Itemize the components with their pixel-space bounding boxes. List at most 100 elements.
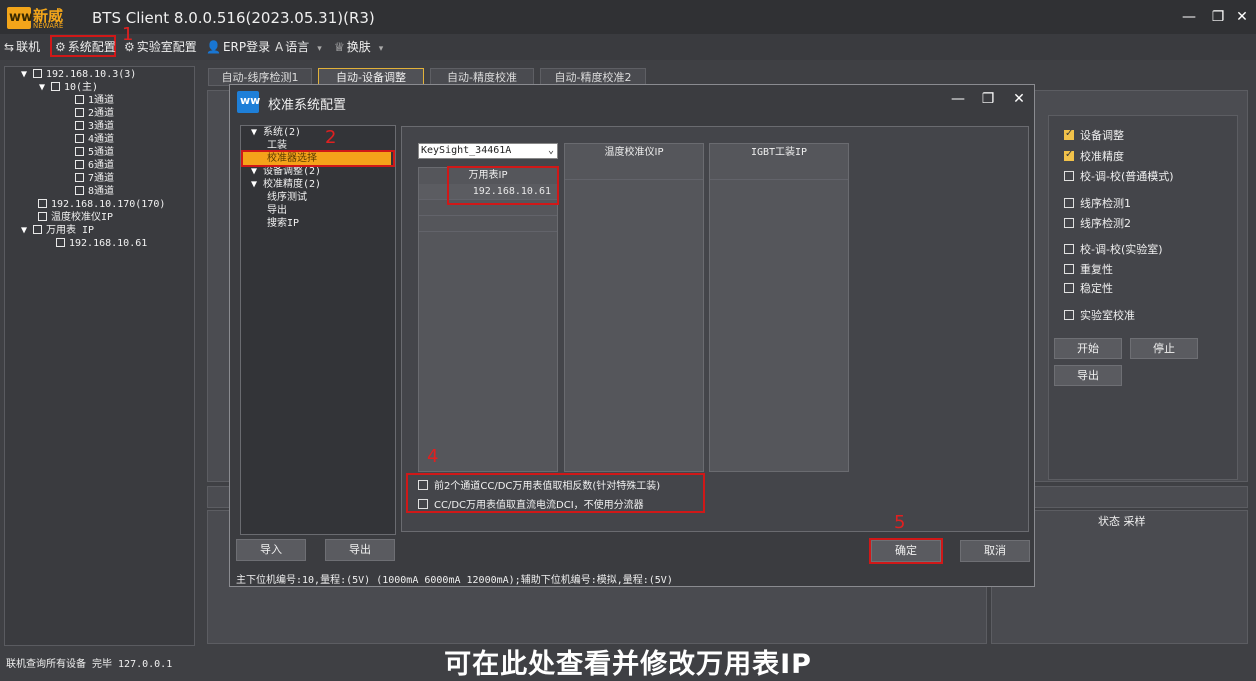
minimize-icon[interactable]: —: [947, 91, 969, 107]
tree-label: 3通道: [88, 121, 115, 132]
tree-node-unit[interactable]: ▼ 10(主): [39, 82, 98, 94]
checkbox[interactable]: [33, 225, 42, 234]
checkbox[interactable]: [1064, 264, 1074, 274]
config-tree-line-test[interactable]: 线序测试: [267, 192, 307, 203]
checkbox-checked[interactable]: [1064, 128, 1074, 140]
annotation-box-5: [869, 538, 943, 564]
config-tree-search-ip[interactable]: 搜索IP: [267, 218, 299, 229]
tree-channel[interactable]: 2通道: [75, 108, 114, 120]
stop-button[interactable]: 停止: [1130, 338, 1198, 359]
option-normal-mode[interactable]: 校-调-校(普通模式): [1064, 168, 1174, 184]
tree-channel[interactable]: 5通道: [75, 147, 114, 159]
checkbox[interactable]: [1064, 283, 1074, 293]
menu-erp-login-label: ERP登录: [222, 40, 271, 54]
config-tree-device-adjust[interactable]: ▼ 设备调整(2): [251, 166, 321, 177]
tree-node-other[interactable]: 192.168.10.170(170): [38, 199, 165, 211]
annotation-number-2: 2: [325, 127, 337, 148]
option-calib-accuracy[interactable]: 校准精度: [1064, 148, 1124, 164]
checkbox[interactable]: [1064, 171, 1074, 181]
menu-system-config[interactable]: ⚙ 系统配置: [55, 38, 116, 55]
checkbox[interactable]: [1064, 198, 1074, 208]
chevron-down-icon: ▾: [317, 44, 322, 54]
checkbox[interactable]: [75, 108, 84, 117]
checkbox[interactable]: [75, 134, 84, 143]
checkbox[interactable]: [1064, 244, 1074, 254]
option-stability[interactable]: 稳定性: [1064, 280, 1113, 296]
dialog-status-line: 主下位机编号:10,量程:(5V) (1000mA 6000mA 12000mA…: [236, 575, 673, 586]
checkbox[interactable]: [1064, 218, 1074, 228]
config-tree-calib-accuracy[interactable]: ▼ 校准精度(2): [251, 179, 321, 190]
checkbox-checked[interactable]: [1064, 149, 1074, 161]
chevron-down-icon: ▼: [251, 166, 258, 177]
option-line-check1[interactable]: 线序检测1: [1064, 195, 1131, 211]
select-value: KeySight_34461A: [421, 145, 512, 156]
chevron-down-icon: ▼: [251, 179, 258, 190]
restore-icon[interactable]: ❐: [977, 91, 999, 107]
option-lab-calib[interactable]: 实验室校准: [1064, 307, 1135, 323]
tree-label: 192.168.10.170(170): [51, 199, 166, 210]
import-button[interactable]: 导入: [236, 539, 306, 561]
option-line-check2[interactable]: 线序检测2: [1064, 215, 1131, 231]
start-button[interactable]: 开始: [1054, 338, 1122, 359]
menu-lab-config[interactable]: ⚙ 实验室配置: [124, 38, 197, 55]
option-label: 稳定性: [1080, 282, 1113, 295]
tree-node-root[interactable]: ▼ 192.168.10.3(3): [21, 69, 136, 81]
chevron-down-icon: ▼: [251, 127, 258, 138]
menu-skin-label: 换肤: [346, 40, 371, 54]
checkbox[interactable]: [56, 238, 65, 247]
tree-channel[interactable]: 3通道: [75, 121, 114, 133]
tree-label: 192.168.10.3(3): [46, 69, 137, 80]
checkbox[interactable]: [1064, 310, 1074, 320]
restore-icon[interactable]: ❐: [1206, 6, 1230, 28]
option-repeatability[interactable]: 重复性: [1064, 261, 1113, 277]
chevron-down-icon: ▾: [378, 44, 384, 54]
tree-channel[interactable]: 8通道: [75, 186, 114, 198]
checkbox[interactable]: [38, 212, 47, 221]
cancel-button[interactable]: 取消: [960, 540, 1030, 562]
tree-channel[interactable]: 6通道: [75, 160, 114, 172]
table-row[interactable]: [710, 162, 848, 180]
option-lab-mode[interactable]: 校-调-校(实验室): [1064, 241, 1163, 257]
checkbox[interactable]: [75, 173, 84, 182]
menu-system-config-label: 系统配置: [67, 40, 116, 54]
tree-node-multimeter-child[interactable]: 192.168.10.61: [56, 238, 147, 250]
app-icon: ww: [237, 91, 260, 113]
menu-skin[interactable]: ♕ 换肤 ▾: [334, 38, 383, 55]
tree-channel[interactable]: 1通道: [75, 95, 114, 107]
tree-node-temp-ip[interactable]: 温度校准仪IP: [38, 212, 113, 224]
config-tree-export[interactable]: 导出: [267, 205, 287, 216]
chevron-down-icon: ⌄: [547, 145, 554, 156]
checkbox[interactable]: [75, 186, 84, 195]
checkbox[interactable]: [75, 147, 84, 156]
table-row[interactable]: [565, 162, 703, 180]
checkbox[interactable]: [38, 199, 47, 208]
minimize-icon[interactable]: —: [1177, 6, 1201, 28]
export-button[interactable]: 导出: [1054, 365, 1122, 386]
option-device-adjust[interactable]: 设备调整: [1064, 127, 1124, 143]
menu-connect[interactable]: ⇆ 联机: [4, 38, 40, 55]
config-tree: ▼ 系统(2) 工装 校准器选择 ▼ 设备调整(2) ▼ 校准精度(2) 线序测试 导…: [240, 125, 396, 535]
menu-language[interactable]: A 语言 ▾: [275, 38, 322, 55]
tree-label: 系统(2): [263, 127, 302, 138]
close-icon[interactable]: ✕: [1008, 91, 1030, 107]
temp-calibrator-ip-header: 温度校准仪IP: [604, 147, 664, 158]
option-label: 线序检测1: [1080, 197, 1131, 210]
tree-channel[interactable]: 7通道: [75, 173, 114, 185]
close-icon[interactable]: ✕: [1230, 6, 1254, 28]
checkbox[interactable]: [75, 160, 84, 169]
neware-logo: ww 新威 NEWARE: [7, 5, 79, 31]
tree-node-multimeter-ip[interactable]: ▼ 万用表 IP: [21, 225, 94, 237]
export-button[interactable]: 导出: [325, 539, 395, 561]
menu-erp-login[interactable]: 👤 ERP登录: [206, 38, 270, 55]
table-row[interactable]: [419, 216, 557, 232]
option-label: 校准精度: [1080, 150, 1124, 163]
multimeter-model-select[interactable]: KeySight_34461A ⌄: [418, 143, 558, 159]
checkbox[interactable]: [75, 121, 84, 130]
tree-channel[interactable]: 4通道: [75, 134, 114, 146]
checkbox[interactable]: [33, 69, 42, 78]
chevron-down-icon: ▼: [21, 69, 28, 80]
tree-label: 4通道: [88, 134, 115, 145]
checkbox[interactable]: [51, 82, 60, 91]
config-tree-system[interactable]: ▼ 系统(2): [251, 127, 301, 138]
checkbox[interactable]: [75, 95, 84, 104]
